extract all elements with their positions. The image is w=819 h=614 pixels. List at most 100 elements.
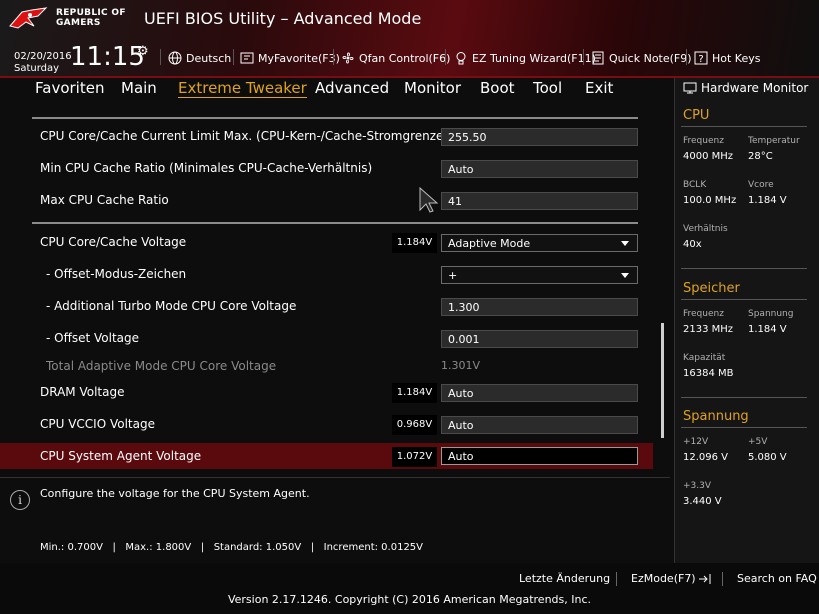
hw-divider [681,427,807,428]
setting-label: CPU Core/Cache Voltage [40,235,187,249]
hw-cpu-heading: CPU [683,108,710,123]
cpu-frequency-value: 4000 MHz [683,151,734,162]
favorite-icon [240,52,254,64]
qfan-control-button[interactable]: Qfan Control(F6) [341,49,450,67]
hot-keys-label: Hot Keys [712,51,761,65]
turbo-core-voltage-input[interactable]: 1.300 [441,298,638,316]
tab-main[interactable]: Main [121,79,157,97]
hw-label: Verhältnis [683,224,728,234]
hardware-monitor-title: Hardware Monitor [683,81,808,95]
scrollbar[interactable] [661,323,664,438]
hw-title-label: Hardware Monitor [701,81,809,95]
app-title: UEFI BIOS Utility – Advanced Mode [144,9,422,28]
hw-memory-heading: Speicher [683,281,740,296]
bulb-icon [456,52,466,65]
info-icon: i [10,490,30,510]
search-faq-button[interactable]: Search on FAQ [737,572,817,585]
cpu-core-voltage-dropdown[interactable]: Adaptive Mode [441,234,638,252]
hw-divider [681,268,807,269]
clock-settings-gear-icon[interactable]: ⚙ [137,44,149,59]
toolbar-divider [333,49,334,65]
tab-extreme-tweaker[interactable]: Extreme Tweaker [178,79,307,98]
help-divider [0,477,670,478]
max-cache-ratio-input[interactable]: 41 [441,192,638,210]
v12-value: 12.096 V [683,452,729,463]
hot-keys-button[interactable]: ? Hot Keys [694,49,761,67]
setting-label: Max CPU Cache Ratio [40,193,169,207]
voltage-reading-badge: 1.184V [392,233,437,253]
quick-note-button[interactable]: Quick Note(F9) [591,49,692,67]
clock-display: 11:15 [70,42,145,72]
offset-voltage-input[interactable]: 0.001 [441,330,638,348]
total-adaptive-voltage-value: 1.301V [441,359,481,372]
hw-label: Vcore [748,180,774,190]
myfavorite-button[interactable]: MyFavorite(F3) [240,49,340,67]
setting-label: - Offset Voltage [46,331,140,345]
help-icon: ? [694,51,708,65]
date-text: 02/20/2016 [14,51,72,62]
hw-divider [681,397,807,398]
ez-tuning-label: EZ Tuning Wizard(F11) [472,51,596,65]
setting-label: DRAM Voltage [40,385,125,399]
hw-label: Spannung [748,309,794,319]
tab-tool[interactable]: Tool [533,79,562,97]
section-divider [32,117,638,119]
hw-voltage-heading: Spannung [683,409,749,424]
toolbar-divider [583,49,584,65]
ezmode-label: EzMode(F7) [631,572,696,585]
vccio-voltage-input[interactable]: Auto [441,416,638,434]
min-cache-ratio-input[interactable]: Auto [441,160,638,178]
help-text: Configure the voltage for the CPU System… [40,487,310,500]
qfan-label: Qfan Control(F6) [359,51,451,65]
monitor-icon [683,82,697,94]
setting-label: CPU Core/Cache Current Limit Max. (CPU-K… [40,129,482,143]
hw-label: +3.3V [683,481,712,491]
memory-frequency-value: 2133 MHz [683,324,734,335]
toolbar-divider [233,49,234,65]
hw-label: Kapazität [683,353,726,363]
setting-label: CPU VCCIO Voltage [40,417,155,431]
tab-exit[interactable]: Exit [585,79,613,97]
footer-divider [722,572,723,586]
v33-value: 3.440 V [683,496,722,507]
offset-sign-dropdown[interactable]: + [441,266,638,284]
date-display: 02/20/2016 Saturday [14,51,72,75]
last-change-button[interactable]: Letzte Änderung [519,572,610,585]
voltage-reading-badge: 1.184V [392,383,437,403]
cpu-ratio-value: 40x [683,239,702,250]
hw-label: Temperatur [748,136,800,146]
note-icon [592,51,604,65]
setting-label[interactable]: CPU System Agent Voltage [40,449,201,463]
ezmode-button[interactable]: EzMode(F7) [631,572,712,585]
footer-bar: Letzte Änderung EzMode(F7) Search on FAQ… [0,563,819,614]
system-agent-voltage-input[interactable]: Auto [441,447,638,465]
toolbar-divider [686,49,687,65]
toolbar-divider [160,49,161,65]
rog-logo-icon [9,7,48,29]
tab-favoriten[interactable]: Favoriten [35,79,104,97]
current-limit-input[interactable]: 255.50 [441,128,638,146]
memory-capacity-value: 16384 MB [683,368,734,379]
memory-voltage-value: 1.184 V [748,324,787,335]
cpu-temperature-value: 28°C [748,151,773,162]
version-text: Version 2.17.1246. Copyright (C) 2016 Am… [227,593,592,606]
quick-note-label: Quick Note(F9) [609,51,692,65]
globe-icon [168,51,182,65]
bclk-value: 100.0 MHz [683,195,737,206]
ez-tuning-wizard-button[interactable]: EZ Tuning Wizard(F11) [454,49,596,67]
myfavorite-label: MyFavorite(F3) [258,51,340,65]
language-label: Deutsch [186,51,232,65]
section-divider [32,222,638,224]
hw-label: Frequenz [683,136,724,146]
vcore-value: 1.184 V [748,195,787,206]
mouse-cursor-icon [419,186,439,213]
tab-boot[interactable]: Boot [480,79,515,97]
footer-divider [616,572,617,586]
language-button[interactable]: Deutsch [168,49,231,67]
setting-label: Min CPU Cache Ratio (Minimales CPU-Cache… [40,161,373,175]
toolbar-divider [445,49,446,65]
dram-voltage-input[interactable]: Auto [441,384,638,402]
header-bar: REPUBLIC OF GAMERS UEFI BIOS Utility – A… [0,0,819,78]
tab-advanced[interactable]: Advanced [315,79,389,97]
tab-monitor[interactable]: Monitor [404,79,461,97]
